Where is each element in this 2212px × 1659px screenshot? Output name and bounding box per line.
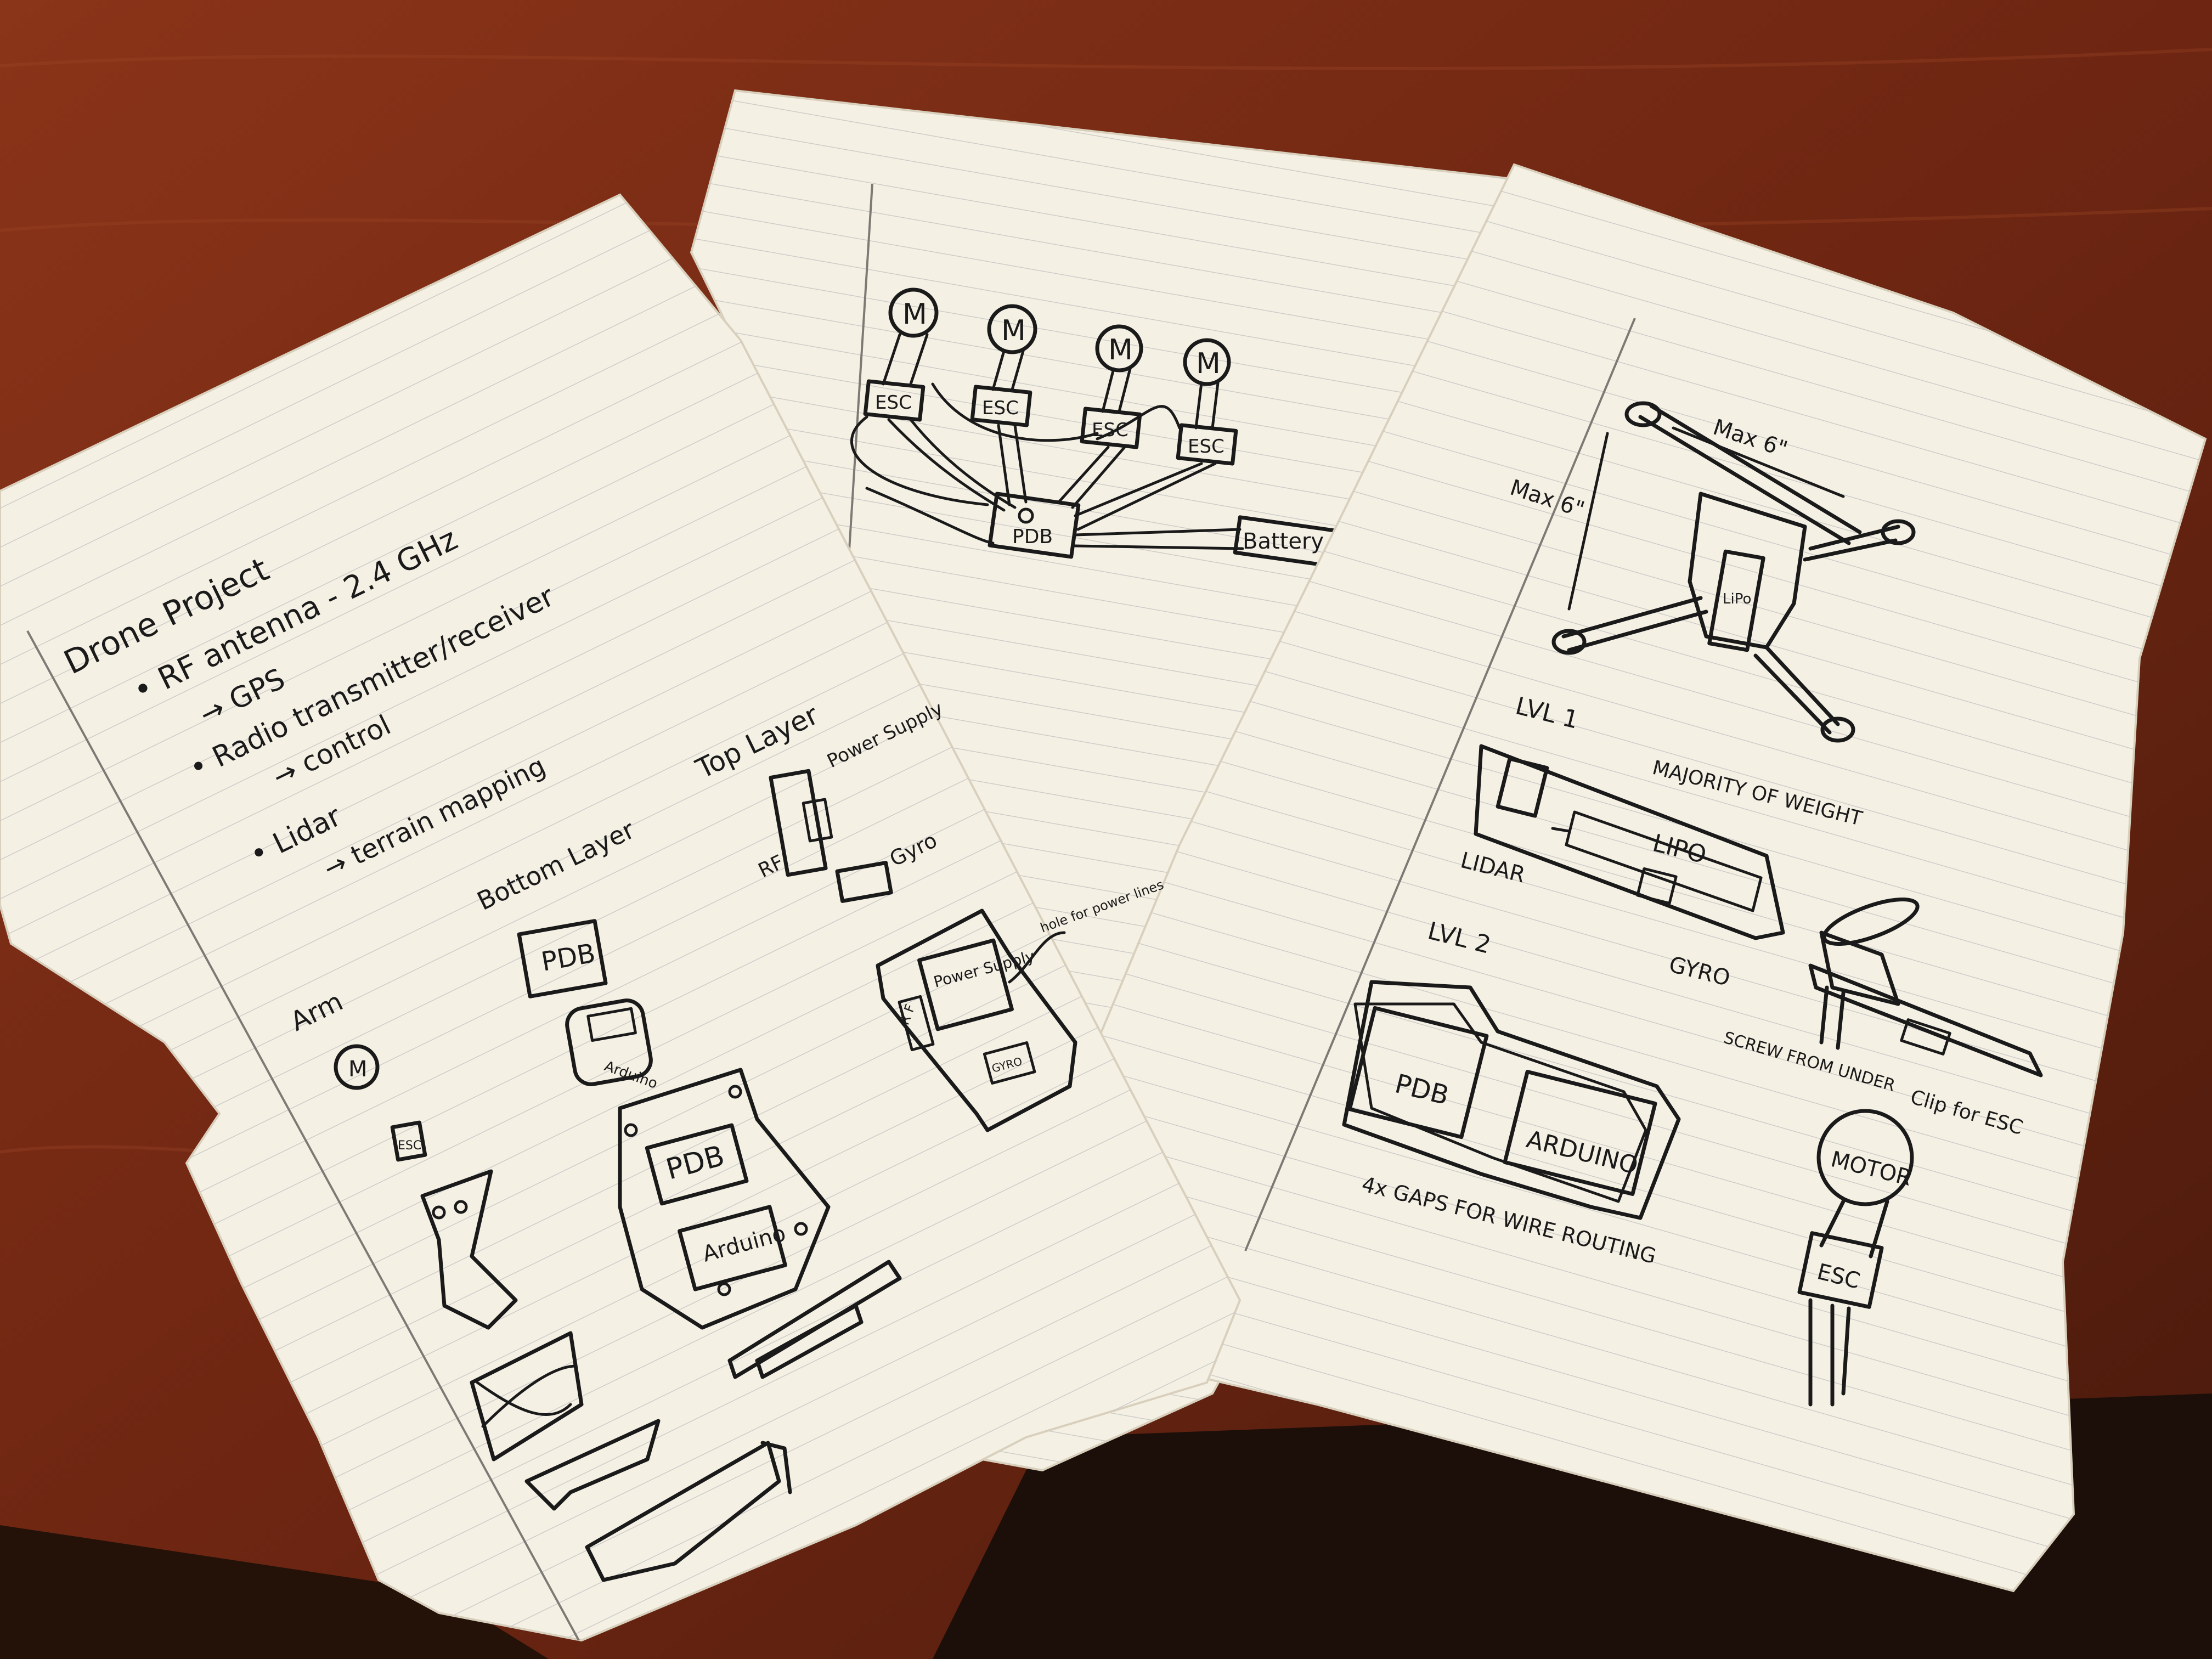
esc-label-1: ESC [875, 392, 912, 414]
battery-label: Battery [1243, 529, 1324, 554]
esc-label-4: ESC [1188, 436, 1224, 458]
esc-left-label: ESC [398, 1139, 421, 1153]
motor-left-label: M [348, 1057, 368, 1082]
photo-scene: M M M M ESC ESC ESC ESC PDB Battery LiPo… [0, 0, 2212, 1659]
motor-label-2: M [1001, 314, 1026, 347]
motor-label-4: M [1196, 347, 1221, 380]
pdb-label: PDB [1012, 526, 1053, 548]
motor-label-3: M [1108, 334, 1133, 366]
esc-label-2: ESC [982, 397, 1019, 419]
motor-label-1: M [902, 298, 927, 331]
frame-center-label: LiPo [1723, 591, 1751, 607]
